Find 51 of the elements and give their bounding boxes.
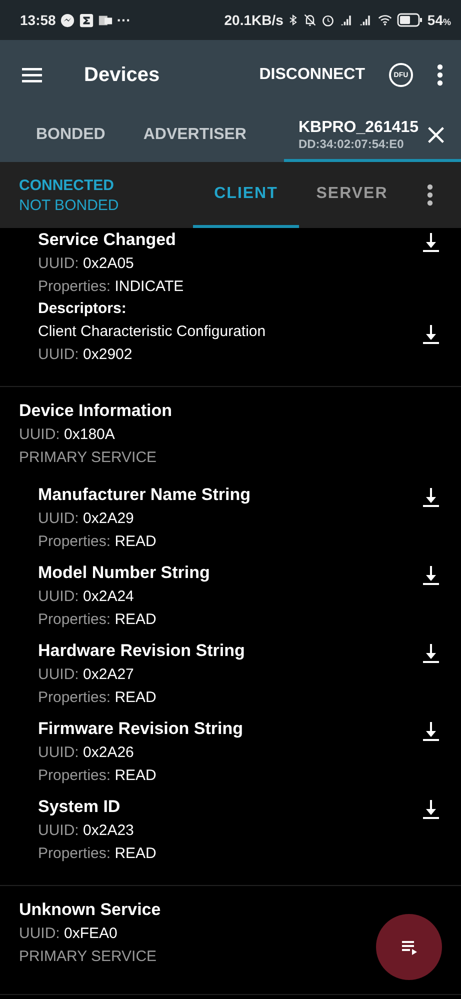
characteristic-name: Model Number String (38, 562, 211, 584)
characteristic-name: Hardware Revision String (38, 640, 246, 662)
service-name: Device Information (19, 400, 172, 422)
bell-off-icon (303, 13, 318, 27)
disconnect-button[interactable]: DISCONNECT (259, 66, 365, 84)
more-notifications: ··· (116, 12, 131, 28)
sigma-icon (78, 12, 94, 28)
characteristic-name: Service Changed (38, 229, 177, 251)
characteristic-properties: Properties: READ (38, 688, 158, 708)
characteristic-uuid: UUID: 0x2A29 (38, 509, 135, 529)
view-tab[interactable]: SERVER (299, 162, 405, 228)
characteristic-name: Firmware Revision String (38, 718, 244, 740)
device-address: DD:34:02:07:54:E0 (298, 136, 405, 150)
device-list-tab[interactable]: BONDED (36, 110, 106, 162)
characteristic-uuid: UUID: 0x2A26 (38, 743, 135, 763)
app-title: Devices (84, 64, 160, 86)
wifi-icon (377, 13, 394, 27)
alarm-icon (321, 13, 336, 27)
device-name: KBPRO_261415 (298, 118, 419, 136)
characteristic-properties: Properties: INDICATE (38, 277, 185, 297)
service-type: PRIMARY SERVICE (19, 947, 157, 967)
close-icon[interactable] (426, 126, 445, 144)
status-time: 13:58 (20, 12, 56, 28)
characteristic-name: Manufacturer Name String (38, 484, 252, 506)
characteristic-uuid: UUID: 0x2A24 (38, 587, 135, 607)
characteristic-uuid: UUID: 0x2A27 (38, 665, 135, 685)
service-uuid: UUID: 0xFEA0 (19, 924, 118, 944)
descriptor-name: Client Characteristic Configuration (38, 322, 267, 342)
battery-icon (397, 13, 424, 27)
bluetooth-icon (287, 13, 300, 27)
characteristic-name: System ID (38, 796, 122, 818)
characteristic-properties: Properties: READ (38, 532, 158, 552)
characteristic-properties: Properties: READ (38, 844, 158, 864)
battery-level: 54% (427, 12, 451, 28)
connection-state: CONNECTED (19, 176, 116, 194)
characteristic-uuid: UUID: 0x2A23 (38, 821, 135, 841)
descriptor-uuid: UUID: 0x2902 (38, 345, 134, 365)
descriptors-heading: Descriptors: (38, 299, 128, 319)
chat-bubble-icon (60, 12, 75, 28)
service-uuid: UUID: 0x180A (19, 425, 115, 445)
characteristic-properties: Properties: READ (38, 766, 158, 786)
bond-state: NOT BONDED (19, 196, 120, 214)
characteristic-uuid: UUID: 0x2A05 (38, 254, 135, 274)
device-list-tab[interactable]: ADVERTISER (143, 110, 246, 162)
more-options-icon[interactable] (427, 183, 433, 207)
characteristic-properties: Properties: READ (38, 610, 158, 630)
more-options-icon[interactable] (437, 63, 443, 87)
network-speed: 20.1KB/s (224, 12, 284, 28)
view-tab[interactable]: CLIENT (193, 162, 299, 228)
service-name: Unknown Service (19, 899, 161, 921)
service-type: PRIMARY SERVICE (19, 448, 157, 468)
